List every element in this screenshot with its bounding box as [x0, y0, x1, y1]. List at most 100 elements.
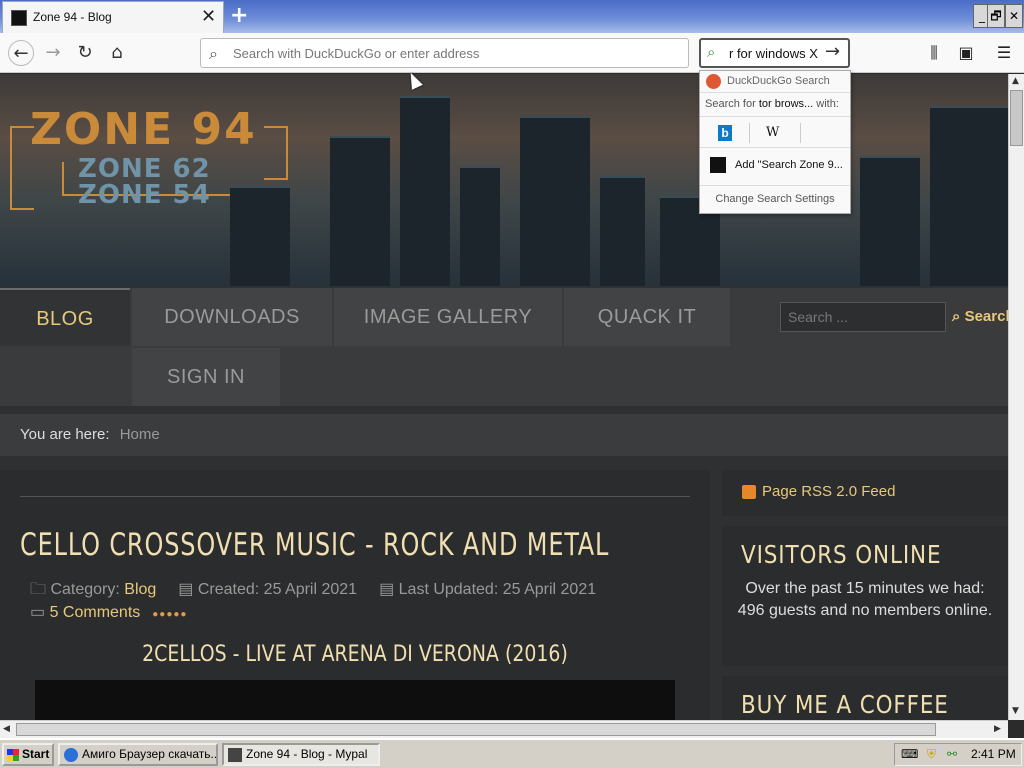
hamburger-menu-icon[interactable]: ☰: [992, 41, 1016, 65]
scroll-right-arrow-icon[interactable]: ▶: [994, 724, 1001, 734]
change-search-settings-button[interactable]: Change Search Settings: [700, 185, 850, 213]
scroll-thumb[interactable]: [16, 723, 936, 736]
scroll-up-arrow-icon[interactable]: ▲: [1012, 76, 1019, 86]
site-search-input[interactable]: Search ...: [780, 302, 946, 332]
comments-link[interactable]: 5 Comments: [50, 604, 141, 621]
search-for-query: tor brows...: [758, 98, 814, 110]
menu-item-quack-it[interactable]: QUACK IT: [564, 288, 730, 346]
new-tab-button[interactable]: +: [230, 3, 248, 29]
search-engine-add-icon[interactable]: ⌕: [707, 43, 715, 61]
banner-building: [230, 186, 290, 286]
engine-divider: [800, 123, 801, 143]
menu-item-downloads[interactable]: DOWNLOADS: [132, 288, 332, 346]
taskbar-item-amigo[interactable]: Амиго Браузер скачать...: [58, 743, 218, 766]
sidebar: Page RSS 2.0 Feed VISITORS ONLINE Over t…: [722, 470, 1008, 720]
scroll-down-arrow-icon[interactable]: ▼: [1012, 706, 1019, 716]
calendar-icon: ▤: [178, 581, 198, 598]
start-button[interactable]: Start: [2, 743, 54, 766]
scroll-left-arrow-icon[interactable]: ◀: [3, 724, 10, 734]
banner-building: [400, 96, 450, 286]
vertical-scrollbar[interactable]: ▲ ▼: [1008, 74, 1024, 720]
visitors-title: VISITORS ONLINE: [741, 540, 942, 569]
site-favicon-icon: [11, 10, 27, 26]
rss-link[interactable]: Page RSS 2.0 Feed: [762, 483, 895, 500]
tab-title: Zone 94 - Blog: [33, 10, 112, 24]
popup-engine-name: DuckDuckGo Search: [727, 75, 830, 87]
start-label: Start: [22, 747, 50, 761]
search-suggestions-popup: DuckDuckGo Search Search for tor brows..…: [699, 70, 851, 214]
library-icon[interactable]: ⫼: [922, 41, 946, 65]
article-title[interactable]: CELLO CROSSOVER MUSIC - ROCK AND METAL: [20, 527, 609, 563]
coffee-panel: BUY ME A COFFEE: [722, 676, 1008, 720]
horizontal-scrollbar[interactable]: ◀ ▶: [0, 720, 1008, 738]
reload-icon[interactable]: ↻: [72, 40, 98, 66]
coffee-title: BUY ME A COFFEE: [741, 690, 949, 719]
site-search-button[interactable]: ⌕ Search: [946, 302, 1008, 332]
os-taskbar: Start Амиго Браузер скачать... Zone 94 -…: [0, 738, 1024, 768]
network-icon[interactable]: ⚯: [947, 744, 957, 765]
add-search-engine-item[interactable]: Add "Search Zone 9...: [700, 151, 850, 179]
category-label: Category:: [50, 581, 125, 598]
forward-arrow-icon[interactable]: →: [40, 40, 66, 66]
chrome-icon: [64, 748, 78, 762]
engine-divider: [749, 123, 750, 143]
site-banner: ZONE 94 ZONE 62 ZONE 54: [0, 74, 1008, 286]
banner-building: [860, 156, 920, 286]
updated-date: Last Updated: 25 April 2021: [398, 581, 597, 598]
tab-strip: Zone 94 - Blog ✕ + _ 🗗 ✕: [0, 0, 1024, 33]
rss-icon: [742, 485, 756, 500]
video-embed[interactable]: [35, 680, 675, 720]
one-off-engines: b W: [700, 116, 850, 148]
bing-icon[interactable]: b: [718, 125, 732, 141]
visitors-text: Over the past 15 minutes we had: 496 gue…: [737, 580, 993, 619]
duckduckgo-icon: [706, 74, 721, 89]
divider: [20, 496, 690, 497]
clock[interactable]: 2:41 PM: [971, 744, 1016, 765]
address-bar[interactable]: ⌕ Search with DuckDuckGo or enter addres…: [200, 38, 689, 68]
shield-icon[interactable]: ⛨: [927, 744, 936, 765]
taskbar-item-label: Zone 94 - Blog - Mypal: [246, 747, 368, 761]
search-for-prefix: Search for: [705, 98, 759, 110]
scroll-thumb[interactable]: [1010, 90, 1023, 146]
comment-icon: ▭: [30, 604, 50, 621]
tab-close-icon[interactable]: ✕: [201, 7, 216, 27]
back-arrow-icon[interactable]: ←: [8, 40, 34, 66]
menu-item-image-gallery[interactable]: IMAGE GALLERY: [334, 288, 562, 346]
page-viewport: ZONE 94 ZONE 62 ZONE 54 BLOG DOWNLOADS I…: [0, 74, 1008, 720]
site-logo-main[interactable]: ZONE 94: [30, 104, 257, 155]
banner-building: [600, 176, 645, 286]
breadcrumb-home[interactable]: Home: [120, 426, 160, 443]
visitors-panel: VISITORS ONLINE Over the past 15 minutes…: [722, 526, 1008, 666]
menu-item-sign-in[interactable]: SIGN IN: [132, 348, 280, 406]
breadcrumb: You are here: Home: [0, 414, 1008, 456]
search-for-suffix: with:: [813, 98, 839, 110]
rss-panel[interactable]: Page RSS 2.0 Feed: [722, 470, 1008, 516]
taskbar-item-mypal[interactable]: Zone 94 - Blog - Mypal: [222, 743, 380, 766]
search-query-text: r for windows X: [729, 46, 818, 61]
keyboard-icon[interactable]: ⌨: [901, 744, 918, 765]
restore-button[interactable]: 🗗: [987, 4, 1005, 28]
search-icon: ⌕: [209, 44, 218, 63]
created-date: Created: 25 April 2021: [197, 581, 358, 598]
banner-building: [930, 106, 1008, 286]
add-engine-label: Add "Search Zone 9...: [735, 159, 843, 171]
close-window-button[interactable]: ✕: [1005, 4, 1023, 28]
search-box[interactable]: ⌕ r for windows X →: [699, 38, 850, 68]
banner-building: [330, 136, 390, 286]
video-title: 2CELLOS - LIVE AT ARENA DI VERONA (2016): [142, 642, 568, 667]
banner-building: [460, 166, 500, 286]
sidebar-toggle-icon[interactable]: ▣: [954, 41, 978, 65]
menu-item-blog[interactable]: BLOG: [0, 288, 130, 346]
navigation-toolbar: ← → ↻ ⌂ ⌕ Search with DuckDuckGo or ente…: [0, 33, 1024, 73]
article-comments: ▭ 5 Comments ●●●●●: [30, 602, 187, 622]
search-go-arrow-icon[interactable]: →: [825, 41, 840, 62]
logo-bracket: [264, 126, 288, 180]
browser-tab[interactable]: Zone 94 - Blog ✕: [2, 1, 224, 33]
category-link[interactable]: Blog: [124, 581, 156, 598]
address-placeholder: Search with DuckDuckGo or enter address: [233, 46, 480, 61]
wikipedia-icon[interactable]: W: [766, 125, 779, 140]
site-search-button-label: Search: [964, 308, 1008, 325]
home-icon[interactable]: ⌂: [104, 40, 130, 66]
article-meta: 🗀 Category: Blog ▤ Created: 25 April 2021…: [30, 578, 596, 605]
search-icon: ⌕: [952, 308, 965, 325]
